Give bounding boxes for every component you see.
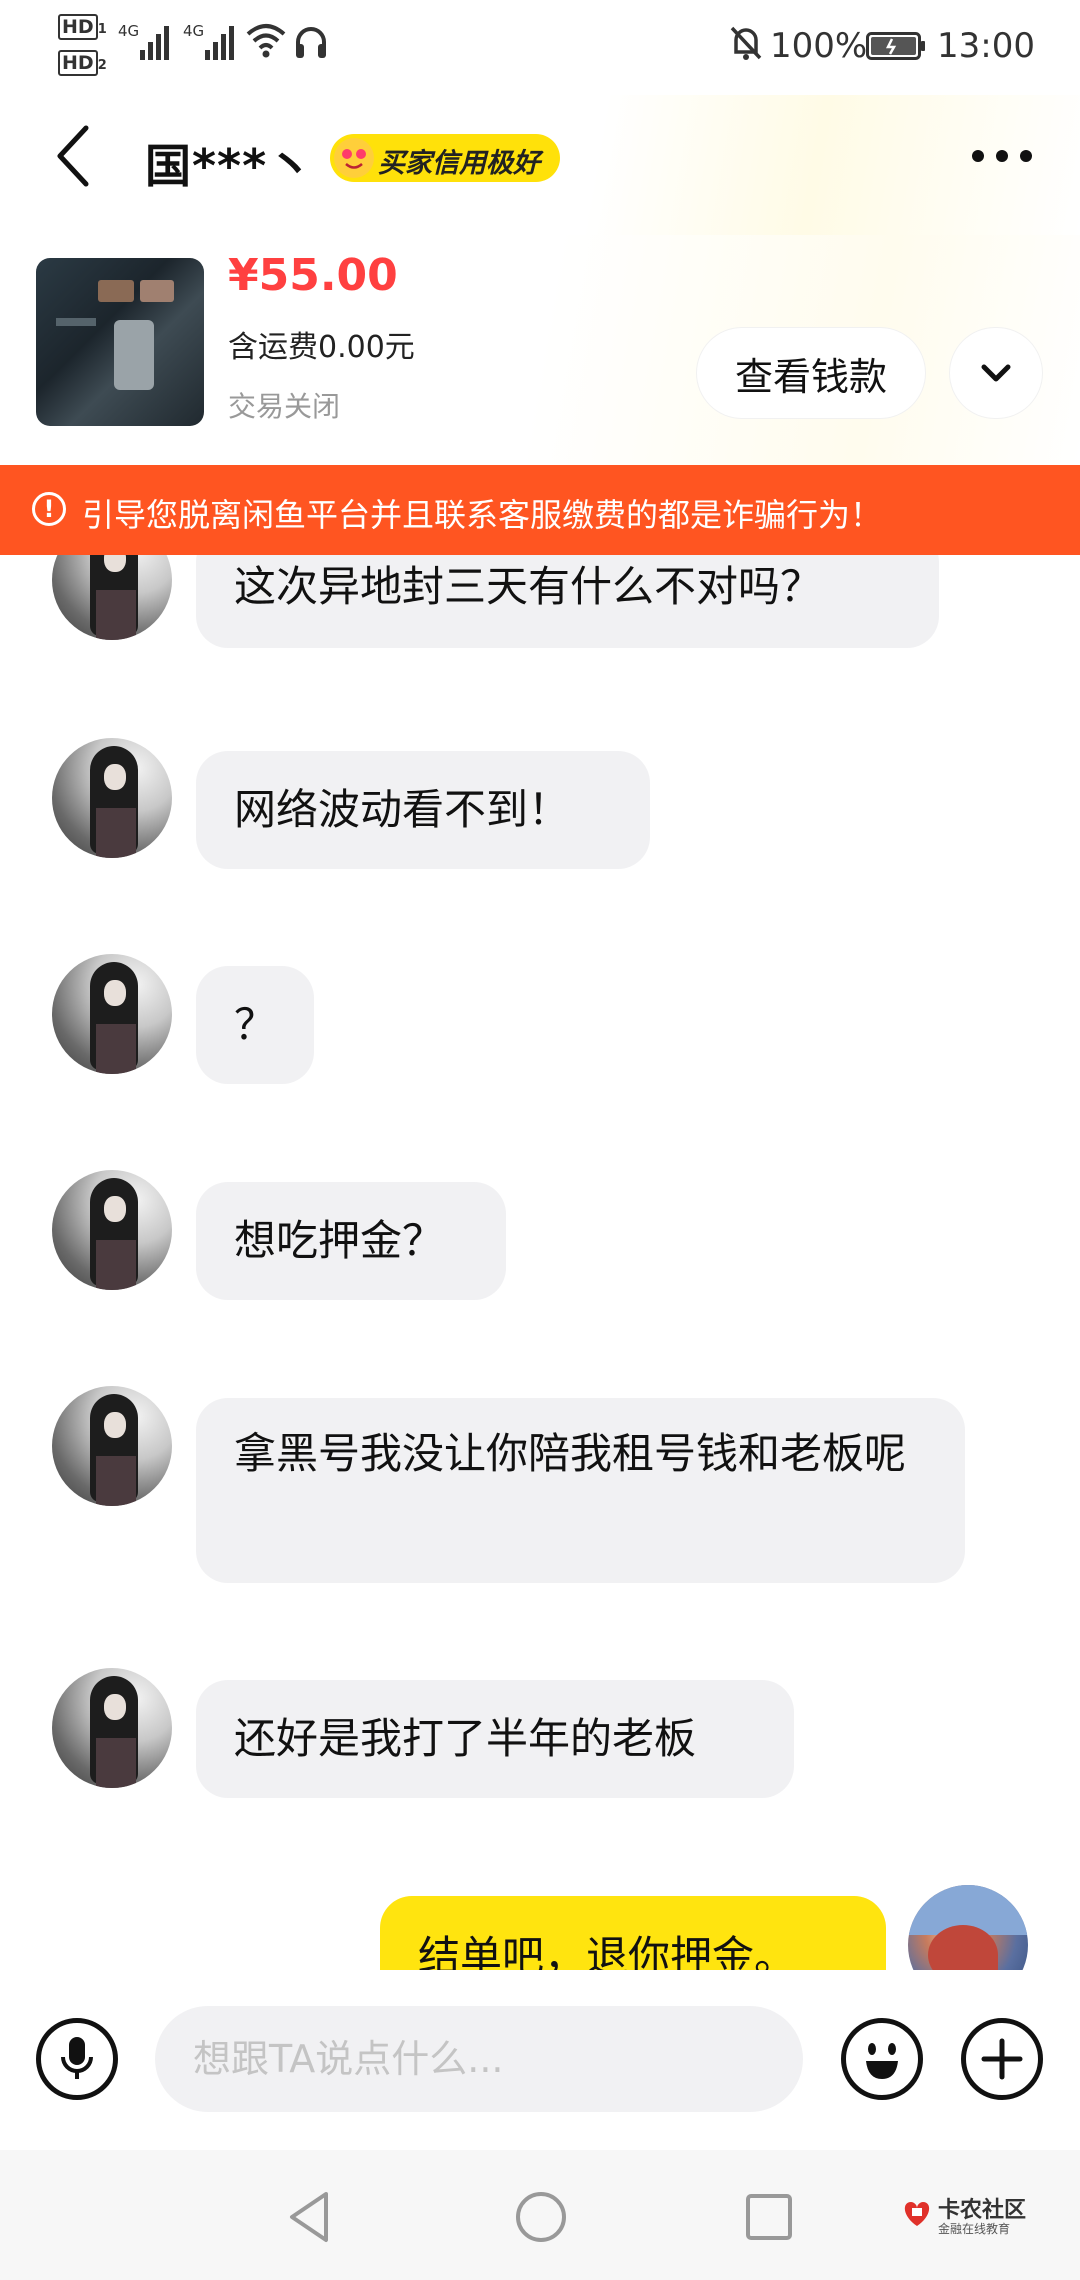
battery-percent: 100% xyxy=(770,26,868,66)
message-text: 结单吧，退你押金。 xyxy=(418,1932,797,1970)
battery-icon xyxy=(866,32,925,60)
hd-indicator-1: HD 1 xyxy=(58,14,107,40)
warning-icon: ! xyxy=(32,492,66,526)
emoji-icon xyxy=(866,2043,898,2079)
partner-avatar[interactable] xyxy=(52,1386,172,1506)
message-bubble[interactable]: 拿黑号我没让你陪我租号钱和老板呢 xyxy=(196,1398,965,1583)
back-arrow-icon[interactable] xyxy=(52,124,92,188)
my-avatar[interactable] xyxy=(908,1885,1028,1970)
kanong-logo-icon xyxy=(904,2202,930,2226)
chevron-down-icon xyxy=(981,364,1011,382)
trade-status: 交易关闭 xyxy=(228,390,341,423)
fraud-warning-text: 引导您脱离闲鱼平台并且联系客服缴费的都是诈骗行为！ xyxy=(82,496,883,534)
message-text: 网络波动看不到！ xyxy=(234,785,571,834)
credit-badge: 买家信用极好 xyxy=(330,134,560,182)
partner-avatar[interactable] xyxy=(52,738,172,858)
voice-button[interactable] xyxy=(36,2018,118,2100)
product-price: ¥55.00 xyxy=(228,250,398,301)
clock: 13:00 xyxy=(937,26,1035,66)
nav-home-icon[interactable] xyxy=(514,2190,568,2244)
partner-avatar[interactable] xyxy=(52,1668,172,1788)
message-text: ？ xyxy=(234,1000,277,1049)
wifi-icon xyxy=(246,24,286,58)
my-message-bubble[interactable]: 结单吧，退你押金。 xyxy=(380,1896,886,1970)
nav-recents-icon[interactable] xyxy=(744,2192,794,2242)
network-type-2: 4G xyxy=(183,22,205,40)
plus-icon xyxy=(981,2038,1023,2080)
mute-bell-icon xyxy=(730,26,762,60)
message-text: 拿黑号我没让你陪我租号钱和老板呢 xyxy=(234,1429,907,1478)
message-bubble[interactable]: ？ xyxy=(196,966,314,1084)
more-options-icon[interactable] xyxy=(970,146,1034,166)
chat-partner-name: 国***丶 xyxy=(145,139,315,193)
partner-avatar[interactable] xyxy=(52,954,172,1074)
status-bar: HD 1 HD 2 4G 4G 100% 13:00 xyxy=(0,0,1080,95)
message-text: 这次异地封三天有什么不对吗？ xyxy=(234,562,823,611)
emoji-button[interactable] xyxy=(841,2018,923,2100)
message-text: 还好是我打了半年的老板 xyxy=(234,1714,697,1763)
add-button[interactable] xyxy=(961,2018,1043,2100)
message-input[interactable]: 想跟TA说点什么... xyxy=(155,2006,803,2112)
view-payment-button[interactable]: 查看钱款 xyxy=(697,328,925,418)
message-bubble[interactable]: 网络波动看不到！ xyxy=(196,751,650,869)
microphone-icon xyxy=(61,2037,93,2079)
partner-avatar[interactable] xyxy=(52,1170,172,1290)
message-text: 想吃押金？ xyxy=(234,1216,445,1265)
chat-message-list[interactable]: 这次异地封三天有什么不对吗？ 网络波动看不到！ ？ 想吃押金？ 拿黑号我没让你陪… xyxy=(0,555,1080,1970)
watermark-subtitle: 金融在线教育 xyxy=(938,2222,1011,2236)
nav-back-icon[interactable] xyxy=(286,2190,336,2244)
headphones-icon xyxy=(296,27,326,58)
partner-avatar[interactable] xyxy=(52,555,172,640)
message-bubble[interactable]: 这次异地封三天有什么不对吗？ xyxy=(196,555,939,648)
product-thumbnail[interactable] xyxy=(36,258,204,426)
message-bubble[interactable]: 还好是我打了半年的老板 xyxy=(196,1680,794,1798)
message-bubble[interactable]: 想吃押金？ xyxy=(196,1182,506,1300)
smiley-icon xyxy=(334,138,374,178)
signal-icon-2 xyxy=(205,24,234,60)
shipping-info: 含运费0.00元 xyxy=(228,330,415,365)
credit-badge-label: 买家信用极好 xyxy=(378,148,540,179)
expand-button[interactable] xyxy=(950,328,1042,418)
hd-indicator-2: HD 2 xyxy=(58,50,107,76)
signal-icon-1 xyxy=(140,24,169,60)
network-type-1: 4G xyxy=(118,22,140,40)
